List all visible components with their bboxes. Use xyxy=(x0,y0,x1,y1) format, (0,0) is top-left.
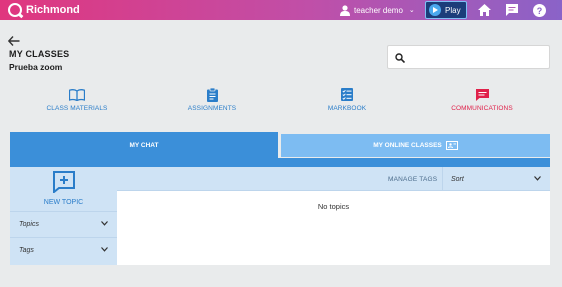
nav-assignments[interactable]: ASSIGNMENTS xyxy=(162,87,262,115)
search-icon xyxy=(395,53,405,63)
manage-tags-link[interactable]: MANAGE TAGS xyxy=(388,167,437,191)
chevron-down-icon: ⌄ xyxy=(408,7,415,14)
tab-label: MY ONLINE CLASSES xyxy=(373,142,442,149)
clipboard-icon xyxy=(162,87,262,102)
add-comment-icon xyxy=(52,171,75,195)
richmond-logo[interactable]: Richmond xyxy=(8,2,80,18)
nav-communications[interactable]: COMMUNICATIONS xyxy=(432,87,532,115)
nav-label: CLASS MATERIALS xyxy=(46,105,108,112)
topics-toolbar: MANAGE TAGS Sort xyxy=(117,167,550,191)
chevron-down-icon xyxy=(534,176,541,181)
chat-icon xyxy=(432,87,532,102)
brand-name: Richmond xyxy=(26,4,80,16)
play-icon xyxy=(429,4,441,16)
user-icon xyxy=(340,4,350,16)
sort-select[interactable]: Sort xyxy=(442,167,550,191)
class-name: Prueba zoom xyxy=(9,62,63,72)
play-label: Play xyxy=(445,5,461,15)
help-icon[interactable]: ? xyxy=(532,3,546,17)
topics-label: Topics xyxy=(19,221,39,228)
nav-class-materials[interactable]: CLASS MATERIALS xyxy=(27,87,127,115)
messages-icon[interactable] xyxy=(505,3,519,17)
tab-underline xyxy=(10,158,550,167)
presentation-icon xyxy=(445,141,458,150)
back-arrow-icon[interactable] xyxy=(7,33,20,46)
topic-sidebar: NEW TOPIC Topics Tags xyxy=(10,167,117,265)
tags-filter[interactable]: Tags xyxy=(10,237,117,263)
tab-my-online-classes[interactable]: MY ONLINE CLASSES xyxy=(281,134,550,157)
tab-my-chat[interactable]: MY CHAT xyxy=(10,132,278,159)
user-menu[interactable]: teacher demo ⌄ xyxy=(340,3,415,17)
empty-state-message: No topics xyxy=(317,202,350,211)
svg-text:?: ? xyxy=(536,6,542,16)
chevron-down-icon xyxy=(101,221,108,226)
nav-label: ASSIGNMENTS xyxy=(187,105,237,112)
tab-label: MY CHAT xyxy=(129,142,159,149)
new-topic-button[interactable]: NEW TOPIC xyxy=(10,167,117,211)
checklist-icon xyxy=(297,87,397,102)
play-button[interactable]: Play xyxy=(425,1,467,19)
tags-label: Tags xyxy=(19,247,34,254)
nav-label: MARKBOOK xyxy=(327,105,367,112)
top-bar: Richmond teacher demo ⌄ Play ? xyxy=(0,0,562,20)
page-title: MY CLASSES xyxy=(9,49,70,59)
user-name: teacher demo xyxy=(354,5,403,15)
search-input[interactable] xyxy=(410,49,546,66)
nav-label: COMMUNICATIONS xyxy=(451,105,513,112)
topics-filter[interactable]: Topics xyxy=(10,211,117,237)
logo-icon xyxy=(8,3,22,17)
new-topic-label: NEW TOPIC xyxy=(43,199,84,206)
chevron-down-icon xyxy=(101,247,108,252)
book-icon xyxy=(27,87,127,102)
nav-markbook[interactable]: MARKBOOK xyxy=(297,87,397,115)
home-icon[interactable] xyxy=(477,3,491,17)
search-box[interactable] xyxy=(387,45,550,69)
sort-label: Sort xyxy=(451,175,464,183)
